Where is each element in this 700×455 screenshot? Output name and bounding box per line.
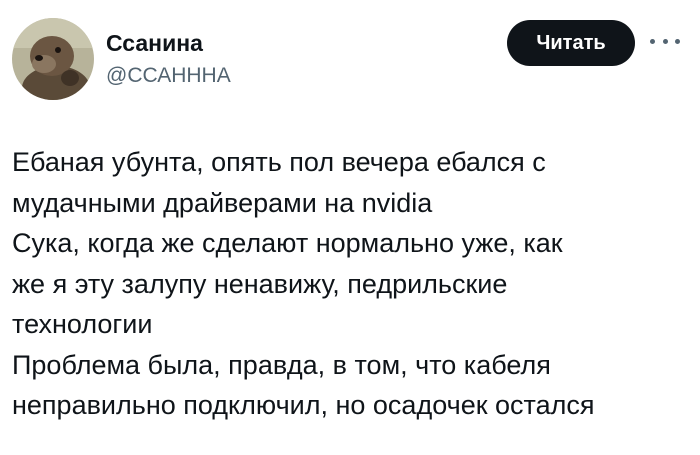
more-dot <box>675 38 680 44</box>
follow-button[interactable]: Читать <box>507 20 635 66</box>
more-dot <box>662 38 668 44</box>
tweet-line: Сука, когда же сделают нормально уже, ка… <box>12 228 563 258</box>
avatar[interactable] <box>12 18 94 100</box>
more-dot <box>650 38 655 44</box>
user-handle[interactable]: @ССАНННА <box>106 64 231 88</box>
display-name[interactable]: Ссанина <box>106 30 203 57</box>
tweet-line: неправильно подключил, но осадочек остал… <box>12 390 595 420</box>
tweet-line: Ебаная убунта, опять пол вечера ебался с <box>12 147 546 177</box>
otter-avatar-icon <box>12 18 94 100</box>
tweet-text: Ебаная убунта, опять пол вечера ебался с… <box>12 142 688 426</box>
tweet-line: мудачными драйверами на nvidia <box>12 187 433 218</box>
tweet-line: Проблема была, правда, в том, что кабеля <box>12 349 551 380</box>
tweet-line: же я эту залупу ненавижу, педрильские <box>12 268 508 299</box>
tweet-line: технологии <box>12 309 153 339</box>
more-horizontal-icon[interactable] <box>650 36 680 46</box>
